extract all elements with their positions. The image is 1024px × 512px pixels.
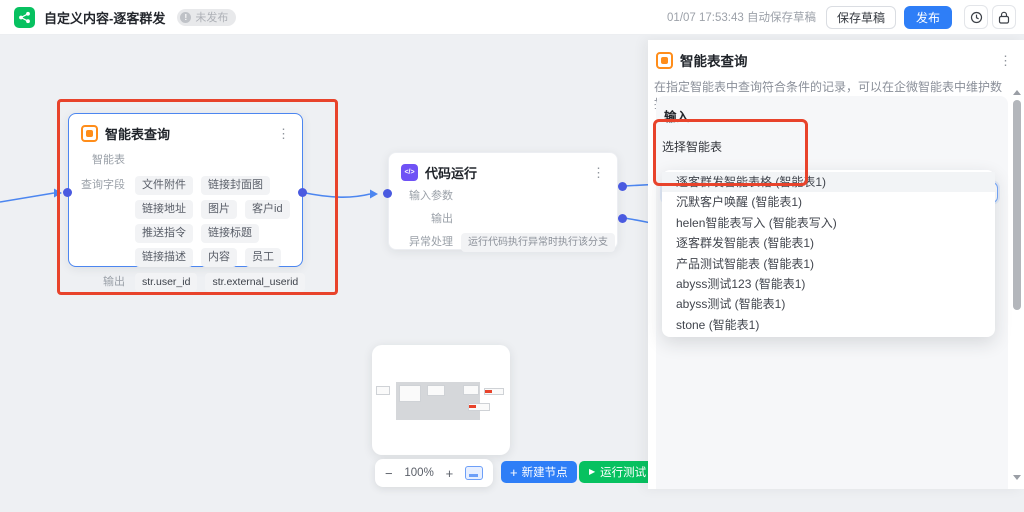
publish-button[interactable]: 发布 bbox=[903, 5, 952, 29]
minimap-node bbox=[399, 385, 421, 402]
minimap-node bbox=[427, 385, 445, 396]
scroll-down-icon[interactable] bbox=[1013, 475, 1021, 480]
output-tags: str.user_id str.external_userid bbox=[135, 273, 306, 292]
new-node-label: 新建节点 bbox=[521, 467, 568, 479]
top-bar: 自定义内容-逐客群发 ! 未发布 01/07 17:53:43 自动保存草稿 保… bbox=[0, 0, 1024, 35]
page-title: 自定义内容-逐客群发 bbox=[44, 10, 166, 26]
field-tag: 图片 bbox=[201, 200, 237, 219]
field-tag: 推送指令 bbox=[135, 224, 193, 243]
field-tag: 链接标题 bbox=[201, 224, 259, 243]
node-code-run[interactable]: </> 代码运行 ⋮ 输入参数 输出 异常处理 运行代码执行异常时执行该分支 bbox=[388, 152, 618, 252]
query-fields-tags: 文件附件 链接封面图 链接地址 图片 客户id 推送指令 链接标题 链接描述 内… bbox=[135, 176, 290, 267]
dropdown-option[interactable]: 逐客群发智能表 (智能表1) bbox=[662, 233, 995, 253]
smart-table-icon bbox=[656, 51, 673, 69]
code-icon: </> bbox=[401, 164, 418, 181]
node-menu-icon[interactable]: ⋮ bbox=[277, 127, 290, 140]
zoom-level: 100% bbox=[404, 467, 434, 479]
query-node-output-port[interactable] bbox=[298, 188, 307, 197]
panel-title: 智能表查询 bbox=[680, 54, 748, 69]
dropdown-option[interactable]: 产品测试智能表 (智能表1) bbox=[662, 254, 995, 274]
exclamation-icon: ! bbox=[180, 11, 192, 23]
field-label-table: 智能表 bbox=[92, 154, 125, 166]
field-label-input-params: 输入参数 bbox=[409, 190, 453, 202]
panel-menu-icon[interactable]: ⋮ bbox=[999, 54, 1012, 67]
panel-scrollbar[interactable] bbox=[1012, 88, 1022, 486]
code-node-input-port[interactable] bbox=[383, 189, 392, 198]
dropdown-option[interactable]: stone (智能表1) bbox=[662, 315, 995, 335]
output-tag: str.user_id bbox=[135, 273, 198, 292]
new-node-button[interactable]: + 新建节点 bbox=[501, 461, 577, 483]
field-tag: 链接描述 bbox=[135, 248, 193, 267]
query-node-input-port[interactable] bbox=[63, 188, 72, 197]
exception-branch-tag: 运行代码执行异常时执行该分支 bbox=[461, 233, 615, 252]
node-title: 代码运行 bbox=[425, 166, 478, 181]
minimap-toggle-icon[interactable] bbox=[465, 466, 483, 480]
minimap-node bbox=[376, 386, 390, 395]
node-title: 智能表查询 bbox=[105, 127, 171, 142]
input-section-label: 输入 bbox=[664, 110, 690, 124]
field-label-output: 输出 bbox=[431, 213, 453, 225]
run-test-label: 运行测试 bbox=[600, 467, 647, 479]
lock-button[interactable] bbox=[992, 5, 1016, 29]
code-node-output-port[interactable] bbox=[618, 182, 627, 191]
scrollbar-thumb[interactable] bbox=[1013, 100, 1021, 310]
run-test-button[interactable]: ▶ 运行测试 bbox=[579, 461, 657, 483]
zoom-toolbar: − 100% + bbox=[375, 459, 493, 487]
field-label-query-fields: 查询字段 bbox=[81, 179, 125, 191]
node-smart-table-query[interactable]: 智能表查询 ⋮ 智能表 查询字段 文件附件 链接封面图 链接地址 图片 客户id… bbox=[68, 113, 306, 292]
code-node-exception-port[interactable] bbox=[618, 214, 627, 223]
field-tag: 员工 bbox=[245, 248, 281, 267]
plus-icon: + bbox=[510, 464, 518, 480]
smart-table-dropdown: 逐客群发智能表格 (智能表1) 沉默客户唤醒 (智能表1) helen智能表写入… bbox=[662, 170, 995, 338]
node-menu-icon[interactable]: ⋮ bbox=[592, 166, 605, 179]
history-button[interactable] bbox=[964, 5, 988, 29]
status-badge-label: 未发布 bbox=[195, 12, 229, 24]
field-tag: 链接封面图 bbox=[201, 176, 270, 195]
zoom-in-button[interactable]: + bbox=[446, 467, 454, 480]
minimap-highlight bbox=[469, 405, 476, 408]
save-draft-button[interactable]: 保存草稿 bbox=[825, 5, 896, 29]
field-tag: 文件附件 bbox=[135, 176, 193, 195]
select-table-label: 选择智能表 bbox=[662, 140, 723, 154]
field-tag: 客户id bbox=[245, 200, 290, 219]
field-tag: 链接地址 bbox=[135, 200, 193, 219]
zoom-out-button[interactable]: − bbox=[385, 467, 393, 480]
lock-icon bbox=[998, 11, 1010, 24]
clock-icon bbox=[970, 11, 982, 23]
dropdown-option[interactable]: 沉默客户唤醒 (智能表1) bbox=[662, 192, 995, 212]
field-tag: 内容 bbox=[201, 248, 237, 267]
dropdown-option[interactable]: helen智能表写入 (智能表写入) bbox=[662, 213, 995, 233]
scroll-up-icon[interactable] bbox=[1013, 90, 1021, 95]
smart-table-icon bbox=[81, 125, 98, 142]
dropdown-option[interactable]: 逐客群发智能表格 (智能表1) bbox=[662, 172, 995, 193]
field-label-output: 输出 bbox=[103, 276, 125, 288]
play-icon: ▶ bbox=[589, 467, 596, 476]
dropdown-option[interactable]: abyss测试123 (智能表1) bbox=[662, 274, 995, 294]
field-label-exception: 异常处理 bbox=[409, 236, 453, 248]
autosave-timestamp: 01/07 17:53:43 自动保存草稿 bbox=[667, 12, 816, 24]
output-tag: str.external_userid bbox=[205, 273, 306, 292]
minimap-highlight bbox=[485, 390, 492, 393]
app-logo-icon bbox=[14, 6, 35, 28]
minimap-node bbox=[463, 385, 479, 395]
minimap[interactable] bbox=[372, 345, 510, 455]
status-badge: ! 未发布 bbox=[177, 8, 237, 26]
dropdown-option[interactable]: abyss测试 (智能表1) bbox=[662, 294, 995, 314]
